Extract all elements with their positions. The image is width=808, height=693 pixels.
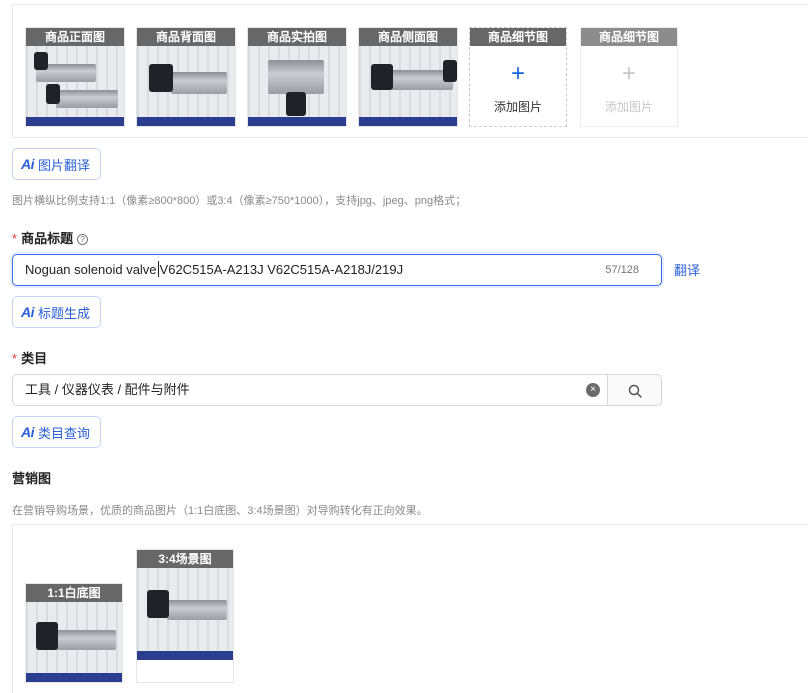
product-title-input[interactable]: Noguan solenoid valve V62C515A-A213J V62C… [12,254,662,286]
ai-category-query-button[interactable]: Ai 类目查询 [12,416,102,448]
add-detail-image-slot-disabled: 商品细节图 + 添加图片 [580,27,678,127]
photo-banner [359,117,457,126]
plus-icon: + [510,60,525,87]
ai-icon: Ai [21,424,35,440]
product-real-image[interactable]: 商品实拍图 [247,27,347,127]
product-front-image[interactable]: 商品正面图 [25,27,125,127]
ai-image-translate-button[interactable]: Ai 图片翻译 [12,148,102,180]
text-caret [157,261,159,277]
product-photo [359,46,457,126]
ai-title-generate-button[interactable]: Ai 标题生成 [12,296,102,328]
required-mark: * [12,351,18,366]
add-image-label: 添加图片 [493,100,542,114]
category-field-label: * 类目 [12,348,47,367]
image-format-hint: 图片横纵比例支持1:1（像素≥800*800）或3:4（像素≥750*1000）… [12,195,467,207]
photo-banner [137,651,233,660]
marketing-square-image[interactable]: 1:1白底图 [25,583,123,683]
image-caption: 商品侧面图 [359,28,457,46]
image-caption: 商品细节图 [581,28,677,46]
marketing-image-label: 营销图 [12,471,52,486]
title-text-after-caret: V62C515A-A213J V62C515A-A218J/219J [159,262,404,277]
clear-icon[interactable]: × [586,383,600,397]
label-text: 类目 [21,351,48,366]
category-search-button[interactable] [607,374,662,406]
category-input[interactable]: 工具 / 仪器仪表 / 配件与附件 × [12,374,608,406]
product-photo [137,46,235,126]
product-photo [26,46,124,126]
title-field-label: * 商品标题? [12,228,89,247]
plus-icon: + [621,60,636,87]
help-icon[interactable]: ? [77,234,89,245]
product-photo [248,46,346,126]
product-photo [137,568,233,660]
product-back-image[interactable]: 商品背面图 [136,27,236,127]
product-side-image[interactable]: 商品侧面图 [358,27,458,127]
char-counter: 57/128 [605,264,639,276]
translate-link[interactable]: 翻译 [674,260,700,279]
search-icon [628,384,642,398]
photo-banner [248,117,346,126]
main-image-panel: 商品正面图 商品背面图 商品实拍图 商品侧面图 商品细节图 + 添加图片 商品细… [12,4,808,138]
title-text-before-caret: Noguan solenoid valve [25,262,157,277]
button-label: 图片翻译 [38,157,91,173]
required-mark: * [12,231,18,246]
image-caption: 商品正面图 [26,28,124,46]
marketing-hint: 在营销导购场景，优质的商品图片（1:1白底图、3:4场景图）对导购转化有正向效果… [12,505,428,517]
photo-banner [137,117,235,126]
add-detail-image-slot[interactable]: 商品细节图 + 添加图片 [469,27,567,127]
image-caption: 商品背面图 [137,28,235,46]
add-image-label: 添加图片 [604,100,653,114]
label-text: 商品标题 [21,231,74,246]
ai-icon: Ai [21,156,35,172]
product-photo [26,602,122,682]
button-label: 类目查询 [38,425,91,441]
button-label: 标题生成 [38,305,91,321]
ai-icon: Ai [21,304,35,320]
image-caption: 3:4场景图 [137,550,233,568]
image-caption: 商品实拍图 [248,28,346,46]
category-value: 工具 / 仪器仪表 / 配件与附件 [25,382,190,397]
marketing-image-panel: 1:1白底图 3:4场景图 [12,524,808,693]
photo-banner [26,117,124,126]
image-caption: 商品细节图 [470,28,566,46]
photo-banner [26,673,122,682]
image-caption: 1:1白底图 [26,584,122,602]
marketing-scene-image[interactable]: 3:4场景图 [136,549,234,683]
